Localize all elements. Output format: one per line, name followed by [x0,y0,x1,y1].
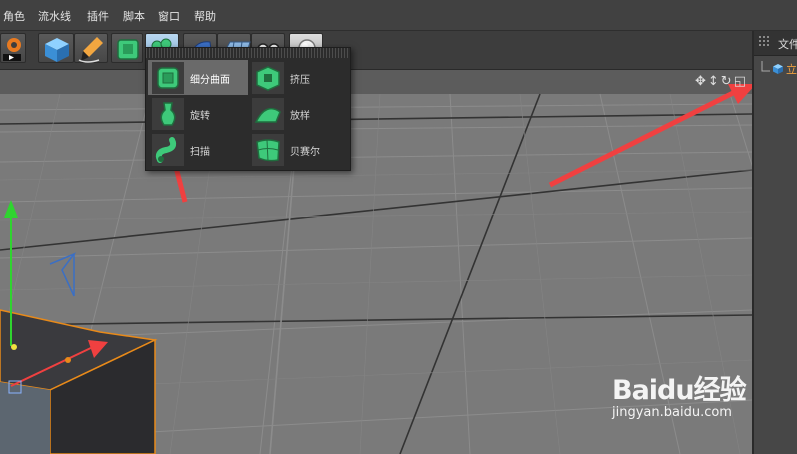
cube-object-button[interactable] [38,33,74,63]
file-menu-label[interactable]: 文件 [778,36,797,52]
watermark: Baidu经验 jingyan.baidu.com [612,368,747,420]
dolly-view-icon[interactable]: ↕ [708,74,721,89]
menu-window[interactable]: 窗口 [158,8,180,24]
subdivision-surface-button[interactable] [111,33,143,63]
object-manager-header: 文件 [754,31,797,56]
lathe-icon [152,98,184,130]
bezier-icon [252,134,284,166]
cube-icon [45,38,69,62]
popup-item-label: 旋转 [190,111,210,122]
popup-item-subdivision-surface[interactable]: 细分曲面 [148,60,248,95]
object-manager-panel: 文件 立 [752,31,797,454]
subdivision-surface-icon [152,62,184,94]
subdivision-icon [117,39,139,60]
render-settings-button[interactable] [0,33,26,63]
popup-item-label: 细分曲面 [190,75,230,86]
popup-item-label: 贝赛尔 [290,147,320,158]
tree-item-cube[interactable]: 立 [760,61,797,76]
menu-help[interactable]: 帮助 [194,8,216,24]
viewport-nav-icons: ✥↕↻◱ [695,74,748,89]
render-icon [3,38,21,61]
menu-script[interactable]: 脚本 [123,8,145,24]
sweep-icon [152,134,184,166]
menu-plugins[interactable]: 插件 [87,8,109,24]
rotate-view-icon[interactable]: ↻ [721,74,734,89]
pen-icon [78,37,103,63]
move-view-icon[interactable]: ✥ [695,74,708,89]
popup-item-label: 扫描 [190,147,210,158]
toolbar [0,31,752,70]
maximize-view-icon[interactable]: ◱ [734,74,748,89]
extrude-icon [252,62,284,94]
menu-pipeline[interactable]: 流水线 [38,8,71,24]
menu-bar: 角色 流水线 插件 脚本 窗口 帮助 [0,0,797,31]
popup-item-label: 挤压 [290,75,310,86]
grip-icon[interactable] [759,36,773,50]
loft-icon [252,98,284,130]
popup-grip[interactable] [146,48,350,58]
generator-popup-menu: 细分曲面 挤压 旋转 放样 扫描 贝赛尔 [145,47,351,171]
menu-character[interactable]: 角色 [3,8,25,24]
cube-icon [773,64,783,74]
popup-item-label: 放样 [290,111,310,122]
watermark-brand: Baidu经验 [612,375,747,406]
popup-item-extrude[interactable]: 挤压 [248,60,348,95]
watermark-url: jingyan.baidu.com [612,405,732,420]
popup-item-lathe[interactable]: 旋转 [148,96,248,131]
tree-item-label: 立 [786,63,797,76]
popup-item-loft[interactable]: 放样 [248,96,348,131]
popup-item-sweep[interactable]: 扫描 [148,132,248,167]
popup-item-bezier[interactable]: 贝赛尔 [248,132,348,167]
pen-spline-button[interactable] [74,33,108,63]
